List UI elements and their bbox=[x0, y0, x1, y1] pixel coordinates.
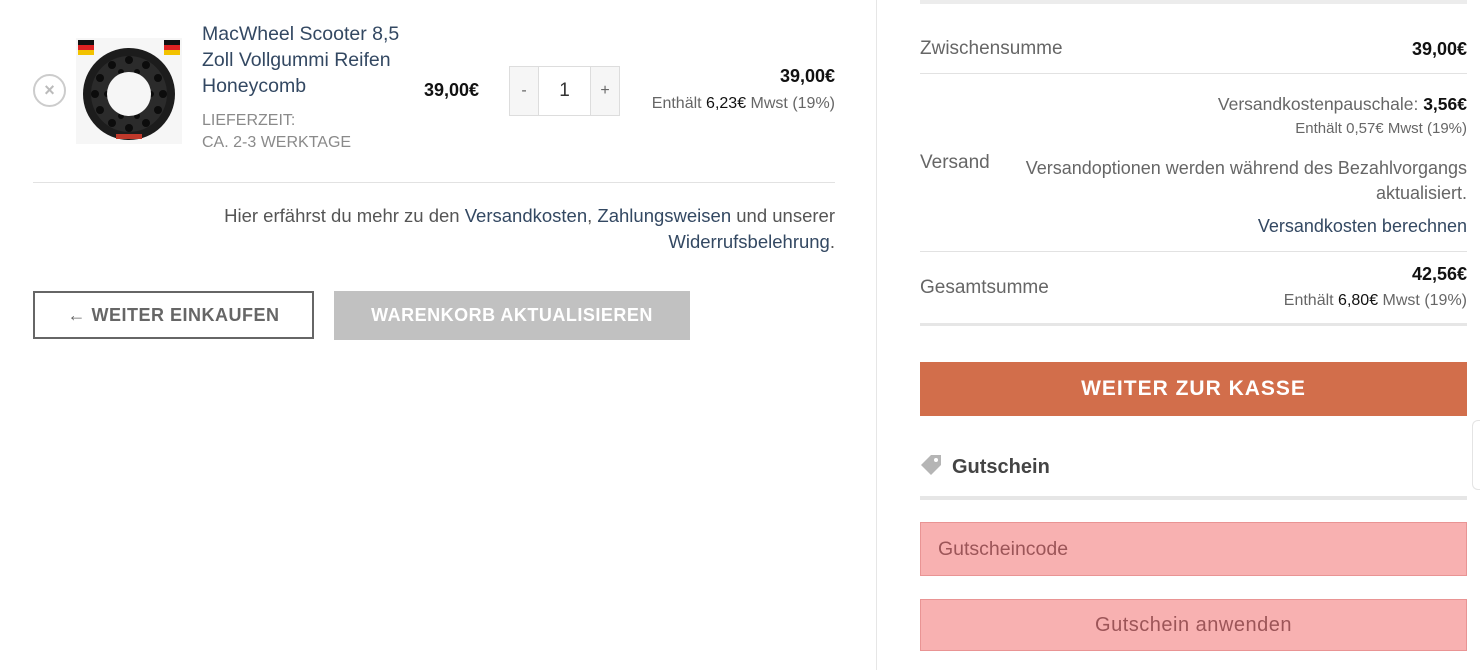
cart-item-row: × MacWheel Scooter 8,5 Zoll Vollgummi Re… bbox=[33, 0, 835, 183]
proceed-to-checkout-button[interactable]: WEITER ZUR KASSE bbox=[920, 362, 1467, 416]
unit-price: 39,00€ bbox=[424, 80, 480, 100]
shipping-flat-label: Versandkostenpauschale: bbox=[1217, 94, 1419, 114]
totals-bottom-border bbox=[920, 323, 1467, 326]
total-tax-suffix: Mwst (19%) bbox=[1382, 292, 1467, 309]
shipping-costs-link[interactable]: Versandkosten bbox=[465, 205, 587, 226]
line-tax-suffix: Mwst (19%) bbox=[750, 95, 835, 112]
info-prefix: Hier erfährst du mehr zu den bbox=[224, 205, 460, 226]
coupon-title: Gutschein bbox=[952, 455, 1050, 478]
total-tax-info: Enthält 6,80€ Mwst (19%) bbox=[1284, 292, 1467, 310]
shipping-tax-info: Enthält 0,57€ Mwst (19%) bbox=[1295, 120, 1467, 137]
line-subtotal: 39,00€ bbox=[779, 66, 835, 86]
quantity-input[interactable] bbox=[538, 67, 591, 115]
remove-item-button[interactable]: × bbox=[33, 74, 66, 107]
total-tax-prefix: Enthält bbox=[1283, 292, 1334, 309]
line-tax-prefix: Enthält bbox=[651, 95, 702, 112]
subtotal-label: Zwischensumme bbox=[920, 38, 1063, 59]
column-divider bbox=[876, 0, 877, 670]
cart-section: × MacWheel Scooter 8,5 Zoll Vollgummi Re… bbox=[33, 0, 835, 670]
quantity-decrease-button[interactable]: - bbox=[510, 67, 538, 115]
quantity-increase-button[interactable]: + bbox=[591, 67, 619, 115]
line-tax-info: Enthält 6,23€ Mwst (19%) bbox=[652, 95, 835, 113]
coupon-code-input[interactable] bbox=[920, 522, 1467, 576]
withdrawal-policy-link[interactable]: Widerrufsbelehrung bbox=[668, 231, 829, 252]
info-suffix: . bbox=[829, 231, 835, 252]
coupon-heading: Gutschein bbox=[920, 453, 1050, 481]
shipping-info-text: Hier erfährst du mehr zu den Versandkost… bbox=[135, 203, 835, 255]
line-tax-amount: 6,23€ bbox=[706, 95, 747, 112]
totals-top-border bbox=[920, 0, 1467, 4]
delivery-time: LIEFERZEIT: CA. 2-3 WERKTAGE bbox=[202, 110, 351, 154]
tag-icon bbox=[920, 454, 942, 481]
shipping-flat-value: 3,56€ bbox=[1423, 94, 1467, 114]
shipping-label: Versand bbox=[920, 152, 990, 173]
delivery-time-value: CA. 2-3 WERKTAGE bbox=[202, 134, 352, 151]
tire-image bbox=[76, 38, 182, 144]
subtotal-value: 39,00€ bbox=[1411, 39, 1467, 59]
apply-coupon-button[interactable]: Gutschein anwenden bbox=[920, 599, 1467, 651]
total-label: Gesamtsumme bbox=[920, 277, 1049, 298]
info-comma: , bbox=[587, 205, 593, 226]
total-tax-amount: 6,80€ bbox=[1338, 292, 1379, 309]
info-middle: und unserer bbox=[736, 205, 835, 226]
quantity-stepper: - + bbox=[509, 66, 620, 116]
total-value: 42,56€ bbox=[1411, 264, 1467, 284]
divider bbox=[920, 73, 1467, 74]
product-name-link[interactable]: MacWheel Scooter 8,5 Zoll Vollgummi Reif… bbox=[202, 21, 402, 99]
delivery-time-label: LIEFERZEIT: bbox=[202, 112, 296, 129]
product-thumbnail[interactable] bbox=[76, 38, 182, 144]
german-flag-right-icon bbox=[164, 40, 180, 55]
german-flag-left-icon bbox=[78, 40, 94, 55]
calculate-shipping-link[interactable]: Versandkosten berechnen bbox=[1258, 216, 1467, 237]
update-cart-button[interactable]: WARENKORB AKTUALISIEREN bbox=[334, 291, 690, 340]
payment-methods-link[interactable]: Zahlungsweisen bbox=[597, 205, 731, 226]
side-widget-tab[interactable] bbox=[1472, 420, 1480, 490]
divider bbox=[920, 251, 1467, 252]
coupon-divider bbox=[920, 496, 1467, 500]
cart-totals: Zwischensumme 39,00€ Versand Versandkost… bbox=[920, 0, 1467, 670]
continue-shopping-button[interactable]: ← WEITER EINKAUFEN bbox=[33, 291, 314, 339]
shipping-flat-rate: Versandkostenpauschale: 3,56€ bbox=[1218, 94, 1467, 115]
shipping-options-note: Versandoptionen werden während des Bezah… bbox=[1025, 158, 1467, 203]
